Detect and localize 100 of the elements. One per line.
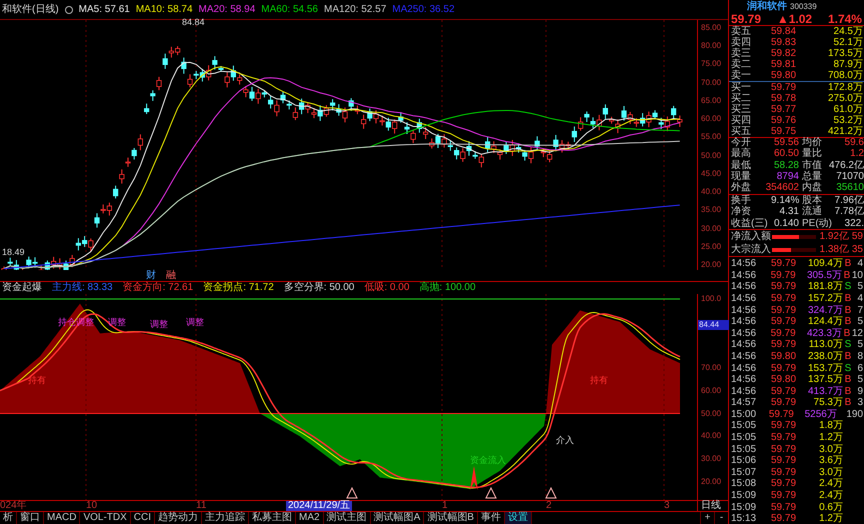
indicator-tab[interactable]: VOL-TDX [80,512,131,524]
stat-label: PE(动) [801,218,833,229]
trade-price: 59.79 [770,328,797,339]
trade-time: 14:57 [731,398,758,408]
trade-volume: 423.3万 [806,328,842,339]
stat-label: 外盘 [731,183,752,194]
trade-volume: 238.0万 [806,352,843,362]
trade-price: 59.80 [771,375,798,386]
stat-value: 58.28 [772,160,799,172]
order-level-label: 卖二 [731,60,752,70]
trade-volume: 3.0万 [818,444,843,455]
trade-price: 59.79 [770,270,797,281]
trade-price: 59.79 [771,306,798,316]
settings-icon[interactable] [64,6,73,14]
indicator-tab[interactable]: MACD [44,512,80,524]
stat-value: 7.78亿 [834,207,864,218]
signal-label: 资金流入 [470,456,506,465]
indicator-tab[interactable]: 析 [0,512,17,524]
price-axis-label: 30.00 [701,224,722,233]
indicator-value: 多空分界: 50.00 [284,283,354,293]
price-axis-label: 65.00 [701,96,722,105]
order-price: 59.76 [771,116,798,126]
indicator-tab[interactable]: 测试幅图A [370,512,424,524]
order-price: 59.84 [771,26,798,36]
indicator-tab[interactable]: 窗口 [17,512,44,524]
trade-count: 3 [856,398,864,408]
indicator-tab[interactable]: 趋势动力 [155,512,202,524]
flow-value: 1.92亿 [818,232,849,242]
price-axis-label: 25.00 [701,242,722,251]
trade-volume: 113.0万 [808,340,843,350]
flow-label: 大宗流入 [731,244,772,255]
event-marker[interactable]: 融 [166,270,176,280]
indicator-tab[interactable]: 私募主图 [249,512,296,524]
trade-price: 59.79 [771,282,798,292]
trade-price: 59.79 [771,398,798,408]
trade-volume: 181.8万 [806,282,843,292]
zoom-button[interactable]: + [700,512,714,524]
indicator-tab[interactable]: 测试主图 [324,512,371,524]
trade-price: 59.79 [771,502,798,513]
flow-extra: 35 [850,244,864,255]
zoom-button[interactable]: - [714,512,728,524]
indicator-tab[interactable]: MA2 [296,512,324,524]
trade-price: 59.79 [771,444,798,455]
date-axis-label: 024年 [0,501,27,511]
trade-count: 12 [852,328,864,339]
ma-legend-label: MA20: 58.94 [198,4,256,14]
stat-label: 总量 [801,172,823,182]
stat-value: 71070 [835,172,864,183]
trade-side: B [844,386,852,397]
triangle-marker-icon [346,486,358,498]
order-volume: 53.2万 [832,116,864,126]
trade-volume: 3.6万 [818,456,843,466]
event-marker[interactable]: 财 [146,270,156,280]
price-change: ▲1.02 [776,13,812,25]
trade-side: S [844,282,852,292]
order-price: 59.79 [771,82,798,92]
trade-side: B [844,352,852,362]
indicator-axis-label: 30.00 [701,455,722,464]
period-label[interactable]: 日线 [697,501,728,511]
trade-time: 14:56 [731,328,758,339]
trade-volume: 413.7万 [806,386,843,397]
price-axis-label: 50.00 [701,152,722,160]
indicator-value: 主力线: 83.33 [52,283,113,293]
trade-time: 15:05 [731,444,758,455]
stat-value: 0.140 [772,218,799,229]
trade-volume: 2.4万 [818,479,843,490]
trade-time: 14:56 [731,270,758,281]
trade-count: 5 [856,317,864,328]
trade-count: 190 [846,410,864,420]
order-level-label: 卖五 [731,26,752,36]
trade-volume: 153.7万 [806,364,843,374]
percent-change: 1.74% [828,13,862,25]
indicator-tab[interactable]: 设置 [504,512,532,524]
stat-value: 8794 [776,172,799,183]
trade-count: 5 [856,340,864,350]
triangle-marker-icon [485,486,497,498]
trade-price: 59.79 [768,410,795,420]
trade-price: 59.79 [771,386,798,397]
indicator-tab[interactable]: 主力追踪 [202,512,250,524]
order-price: 59.77 [771,104,798,114]
indicator-tab[interactable]: CCI [130,512,156,524]
high-price-marker: 84.84 [182,18,205,27]
trade-side: B [844,306,852,316]
trade-volume: 5256万 [804,410,837,420]
order-price: 59.80 [771,70,798,80]
trade-price: 59.79 [771,317,798,328]
trade-time: 14:56 [731,352,758,362]
indicator-tab[interactable]: 测试幅图B [424,512,478,524]
order-level-label: 买五 [731,126,752,136]
trade-side: B [844,317,852,328]
indicator-value: 资金拐点: 71.72 [203,283,274,293]
trade-time: 15:07 [731,468,758,478]
current-value-label: 84.44 [698,320,729,330]
stat-label: 流通 [801,207,823,218]
indicator-value: 资金方向: 72.61 [122,283,194,293]
order-level-label: 买四 [731,116,752,126]
trade-price: 59.79 [771,340,798,350]
stat-value: 1.2 [849,149,864,160]
ma-legend-label: MA60: 54.56 [261,4,318,14]
trade-time: 15:05 [731,433,758,444]
